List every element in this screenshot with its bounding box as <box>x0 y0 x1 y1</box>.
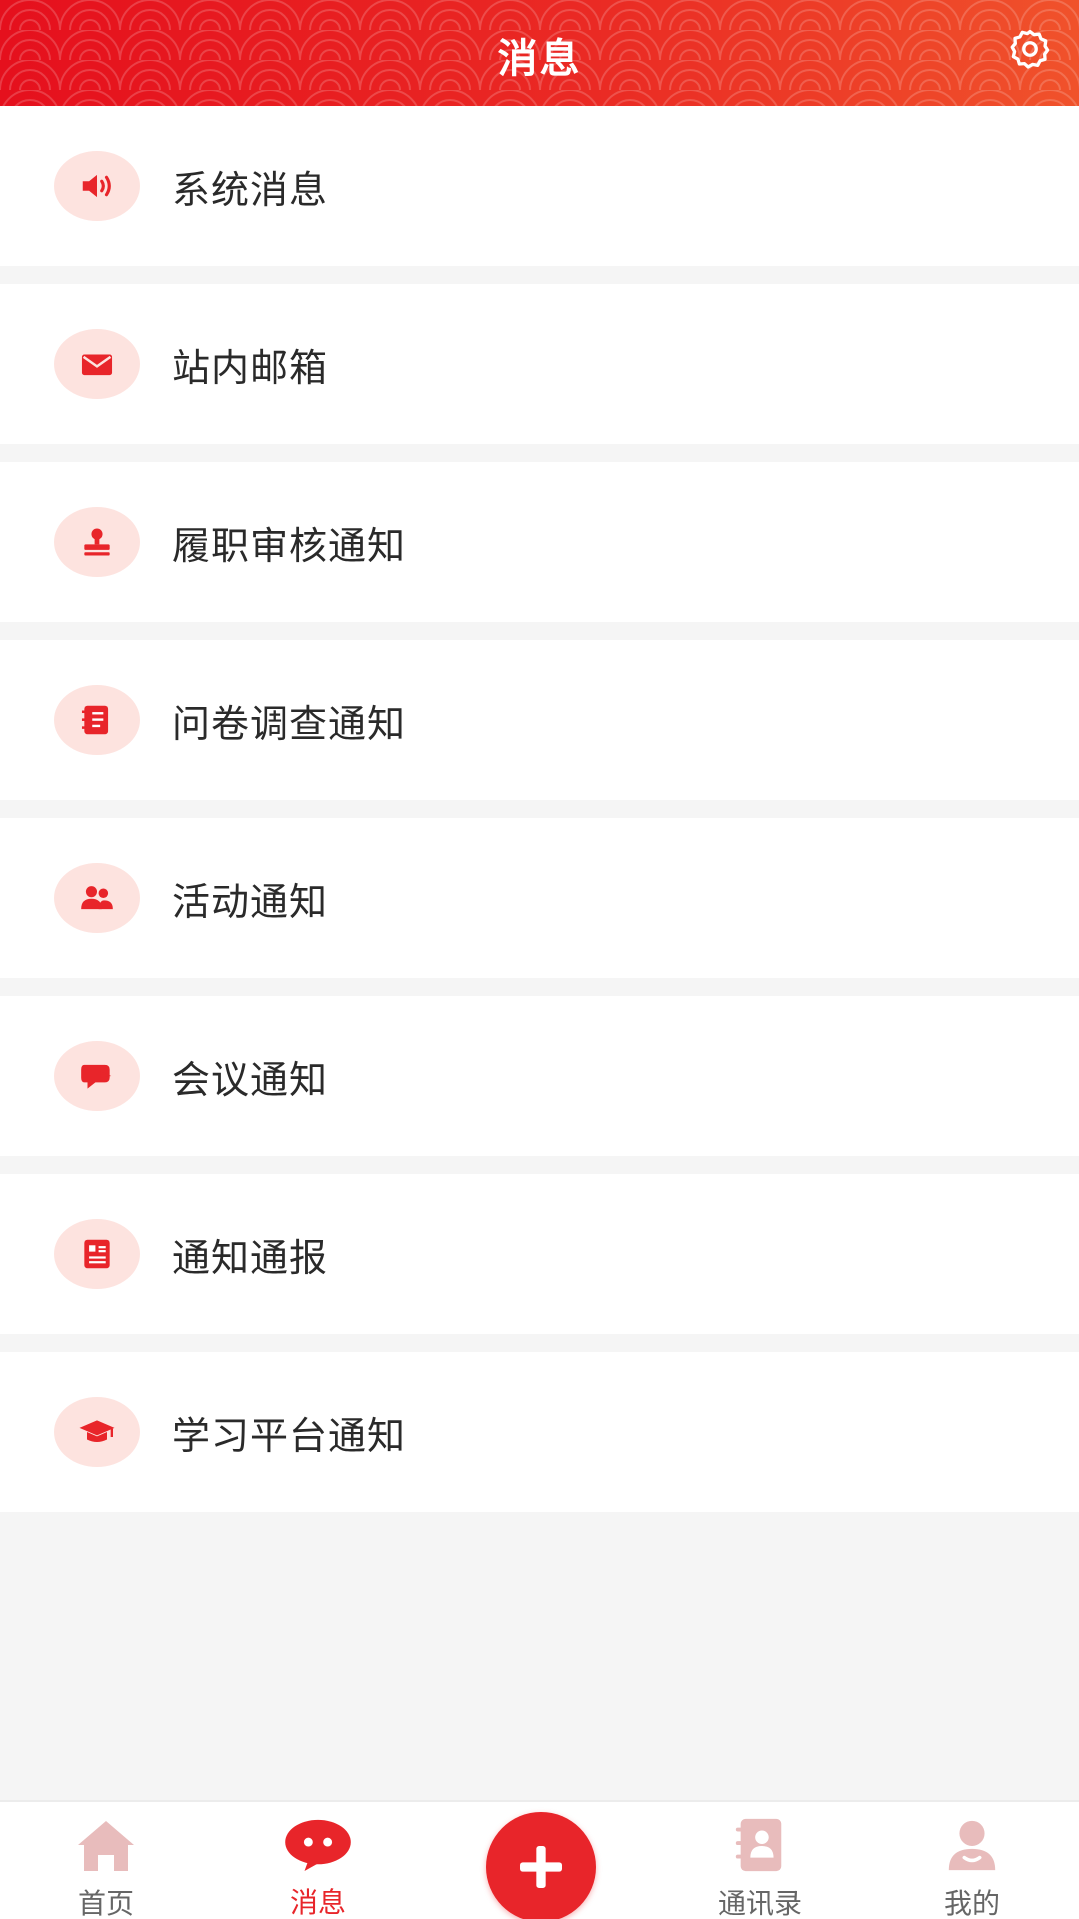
list-item-survey-notice[interactable]: 问卷调查通知 <box>0 640 1079 800</box>
list-item-learning-platform-notice[interactable]: 学习平台通知 <box>0 1352 1079 1512</box>
tab-label: 我的 <box>943 1887 1000 1919</box>
graduation-cap-icon <box>79 1420 115 1442</box>
settings-button[interactable] <box>1005 24 1055 74</box>
contacts-book-icon <box>735 1818 782 1872</box>
message-icon <box>285 1819 351 1871</box>
list-item-duty-review-notice[interactable]: 履职审核通知 <box>0 462 1079 622</box>
speaker-icon <box>82 174 111 198</box>
message-category-list: 系统消息 站内邮箱 履职审核通知 问卷调查通知 活动通知 会议通知 通知通报 学… <box>0 106 1079 1512</box>
item-label: 学习平台通知 <box>172 1413 407 1458</box>
user-icon <box>948 1820 996 1871</box>
tab-contacts[interactable]: 通讯录 <box>660 1802 860 1919</box>
list-item-meeting-notice[interactable]: 会议通知 <box>0 996 1079 1156</box>
chat-bubble-icon <box>81 1064 112 1089</box>
item-label: 活动通知 <box>172 879 329 924</box>
envelope-icon <box>81 354 113 376</box>
questionnaire-icon-badge <box>54 685 140 755</box>
graduation-cap-icon-badge <box>54 1397 140 1467</box>
tab-label: 通讯录 <box>717 1887 802 1919</box>
add-button[interactable] <box>486 1812 596 1919</box>
home-icon <box>78 1821 134 1871</box>
messages-screen: 消息 系统消息 站内邮箱 履职审核通知 问卷调查通知 活动通知 会议通知 通知通… <box>0 0 1079 1919</box>
page-title: 消息 <box>497 36 582 82</box>
users-icon <box>81 886 113 910</box>
chat-bubble-icon-badge <box>54 1041 140 1111</box>
plus-icon <box>520 1846 562 1888</box>
tab-messages[interactable]: 消息 <box>218 1802 418 1919</box>
tab-home[interactable]: 首页 <box>6 1802 206 1919</box>
tab-profile[interactable]: 我的 <box>872 1802 1072 1919</box>
speaker-icon-badge <box>54 151 140 221</box>
tab-label: 首页 <box>77 1887 134 1919</box>
questionnaire-icon <box>81 705 109 735</box>
list-item-site-mailbox[interactable]: 站内邮箱 <box>0 284 1079 444</box>
id-card-icon <box>84 1239 110 1269</box>
header-bar: 消息 <box>0 0 1079 106</box>
item-label: 系统消息 <box>172 167 329 212</box>
item-label: 会议通知 <box>172 1057 329 1102</box>
users-icon-badge <box>54 863 140 933</box>
list-item-system-messages[interactable]: 系统消息 <box>0 106 1079 266</box>
item-label: 站内邮箱 <box>172 345 329 390</box>
stamp-icon <box>84 528 110 556</box>
stamp-icon-badge <box>54 507 140 577</box>
id-card-icon-badge <box>54 1219 140 1289</box>
item-label: 履职审核通知 <box>172 523 407 568</box>
tab-label: 消息 <box>289 1886 346 1919</box>
list-item-activity-notice[interactable]: 活动通知 <box>0 818 1079 978</box>
list-item-bulletin-notice[interactable]: 通知通报 <box>0 1174 1079 1334</box>
gear-icon <box>1010 29 1050 69</box>
item-label: 问卷调查通知 <box>172 701 407 746</box>
envelope-icon-badge <box>54 329 140 399</box>
item-label: 通知通报 <box>172 1235 329 1280</box>
